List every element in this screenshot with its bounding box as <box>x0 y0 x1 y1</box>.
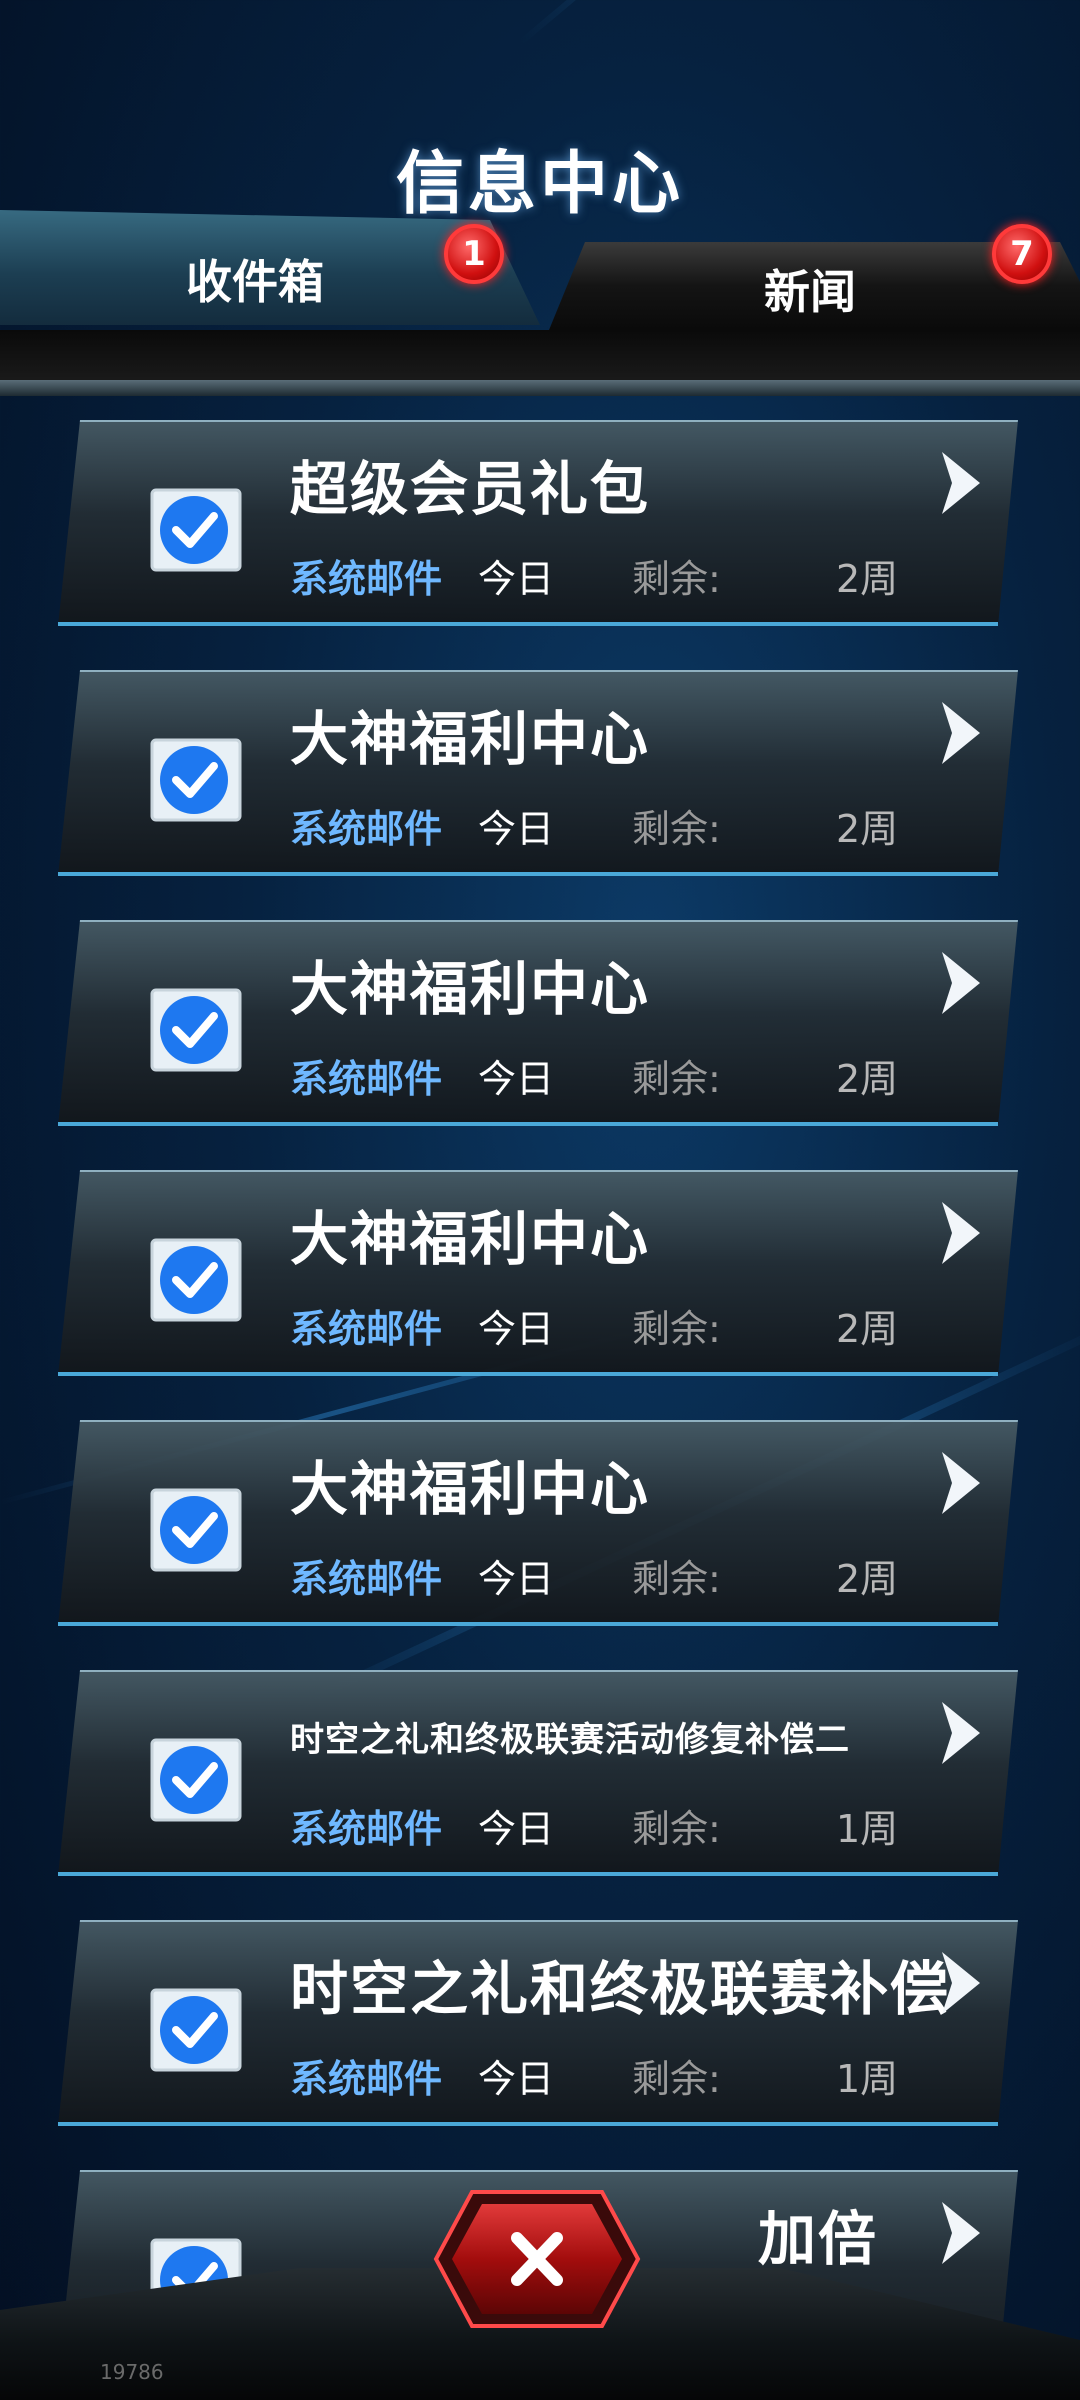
read-check-icon <box>150 1988 242 2072</box>
chevron-right-icon <box>942 1452 980 1514</box>
mail-sender: 系统邮件 <box>290 1307 443 1351</box>
mail-title: 超级会员礼包 <box>290 455 651 523</box>
read-check-icon <box>150 1238 242 1322</box>
mail-date: 今日 <box>478 2057 555 2101</box>
close-button[interactable] <box>432 2188 642 2330</box>
mail-item[interactable]: 大神福利中心系统邮件 今日 剩余: 2周 <box>58 1170 1018 1376</box>
read-check-icon <box>150 488 242 572</box>
mail-remaining-value: 2周 <box>836 1057 899 1101</box>
mail-remaining-label: 剩余: <box>632 2057 721 2101</box>
mail-remaining-label: 剩余: <box>632 807 721 851</box>
tab-inbox-label: 收件箱 <box>186 255 324 309</box>
chevron-right-icon <box>942 1952 980 2014</box>
chevron-right-icon <box>942 1202 980 1264</box>
mail-remaining-label: 剩余: <box>632 1057 721 1101</box>
mail-item-edge <box>58 1372 998 1376</box>
mail-item[interactable]: 时空之礼和终极联赛补偿系统邮件 今日 剩余: 1周 <box>58 1920 1018 2126</box>
mail-remaining-value: 1周 <box>836 1807 899 1851</box>
tab-news-label: 新闻 <box>764 265 856 319</box>
mail-remaining-value: 2周 <box>836 557 899 601</box>
mail-remaining-label: 剩余: <box>632 1807 721 1851</box>
footer-code: 19786 <box>100 2360 164 2384</box>
read-check-icon <box>150 988 242 1072</box>
mail-item-edge <box>58 622 998 626</box>
mail-title: 时空之礼和终极联赛活动修复补偿二 <box>290 1720 850 1760</box>
chevron-right-icon <box>942 702 980 764</box>
read-check-icon <box>150 1488 242 1572</box>
chevron-right-icon <box>942 952 980 1014</box>
tab-inbox-badge: 1 <box>444 224 504 284</box>
mail-item[interactable]: 大神福利中心系统邮件 今日 剩余: 2周 <box>58 1420 1018 1626</box>
tab-news-badge: 7 <box>992 224 1052 284</box>
mail-item-edge <box>58 872 998 876</box>
tab-divider <box>0 380 1080 396</box>
tab-shelf <box>0 330 1080 382</box>
mail-item-edge <box>58 1622 998 1626</box>
mail-date: 今日 <box>478 807 555 851</box>
read-check-icon <box>150 1738 242 1822</box>
mail-remaining-label: 剩余: <box>632 1557 721 1601</box>
mail-remaining-value: 1周 <box>836 2057 899 2101</box>
mail-sender: 系统邮件 <box>290 2057 443 2101</box>
mail-sender: 系统邮件 <box>290 557 443 601</box>
mail-date: 今日 <box>478 1307 555 1351</box>
mail-title: 大神福利中心 <box>290 1455 651 1523</box>
mail-title: 大神福利中心 <box>290 705 651 773</box>
mail-date: 今日 <box>478 1807 555 1851</box>
mail-item[interactable]: 大神福利中心系统邮件 今日 剩余: 2周 <box>58 920 1018 1126</box>
mail-sender: 系统邮件 <box>290 1057 443 1101</box>
mail-date: 今日 <box>478 1057 555 1101</box>
chevron-right-icon <box>942 452 980 514</box>
mail-remaining-value: 2周 <box>836 807 899 851</box>
mail-title: 大神福利中心 <box>290 955 651 1023</box>
mail-remaining-label: 剩余: <box>632 1307 721 1351</box>
mail-item-edge <box>58 2122 998 2126</box>
mail-sender: 系统邮件 <box>290 1807 443 1851</box>
mail-item[interactable]: 超级会员礼包系统邮件 今日 剩余: 2周 <box>58 420 1018 626</box>
mail-title: 时空之礼和终极联赛补偿 <box>290 1955 951 2023</box>
mail-item-edge <box>58 1122 998 1126</box>
mail-item[interactable]: 大神福利中心系统邮件 今日 剩余: 2周 <box>58 670 1018 876</box>
mail-item[interactable]: 时空之礼和终极联赛活动修复补偿二系统邮件 今日 剩余: 1周 <box>58 1670 1018 1876</box>
background-streak <box>518 0 1059 46</box>
mail-remaining-value: 2周 <box>836 1557 899 1601</box>
mail-date: 今日 <box>478 1557 555 1601</box>
mail-title: 大神福利中心 <box>290 1205 651 1273</box>
mail-date: 今日 <box>478 557 555 601</box>
mail-sender: 系统邮件 <box>290 807 443 851</box>
mail-remaining-label: 剩余: <box>632 557 721 601</box>
chevron-right-icon <box>942 1702 980 1764</box>
read-check-icon <box>150 738 242 822</box>
mail-sender: 系统邮件 <box>290 1557 443 1601</box>
mail-remaining-value: 2周 <box>836 1307 899 1351</box>
mail-item-edge <box>58 1872 998 1876</box>
